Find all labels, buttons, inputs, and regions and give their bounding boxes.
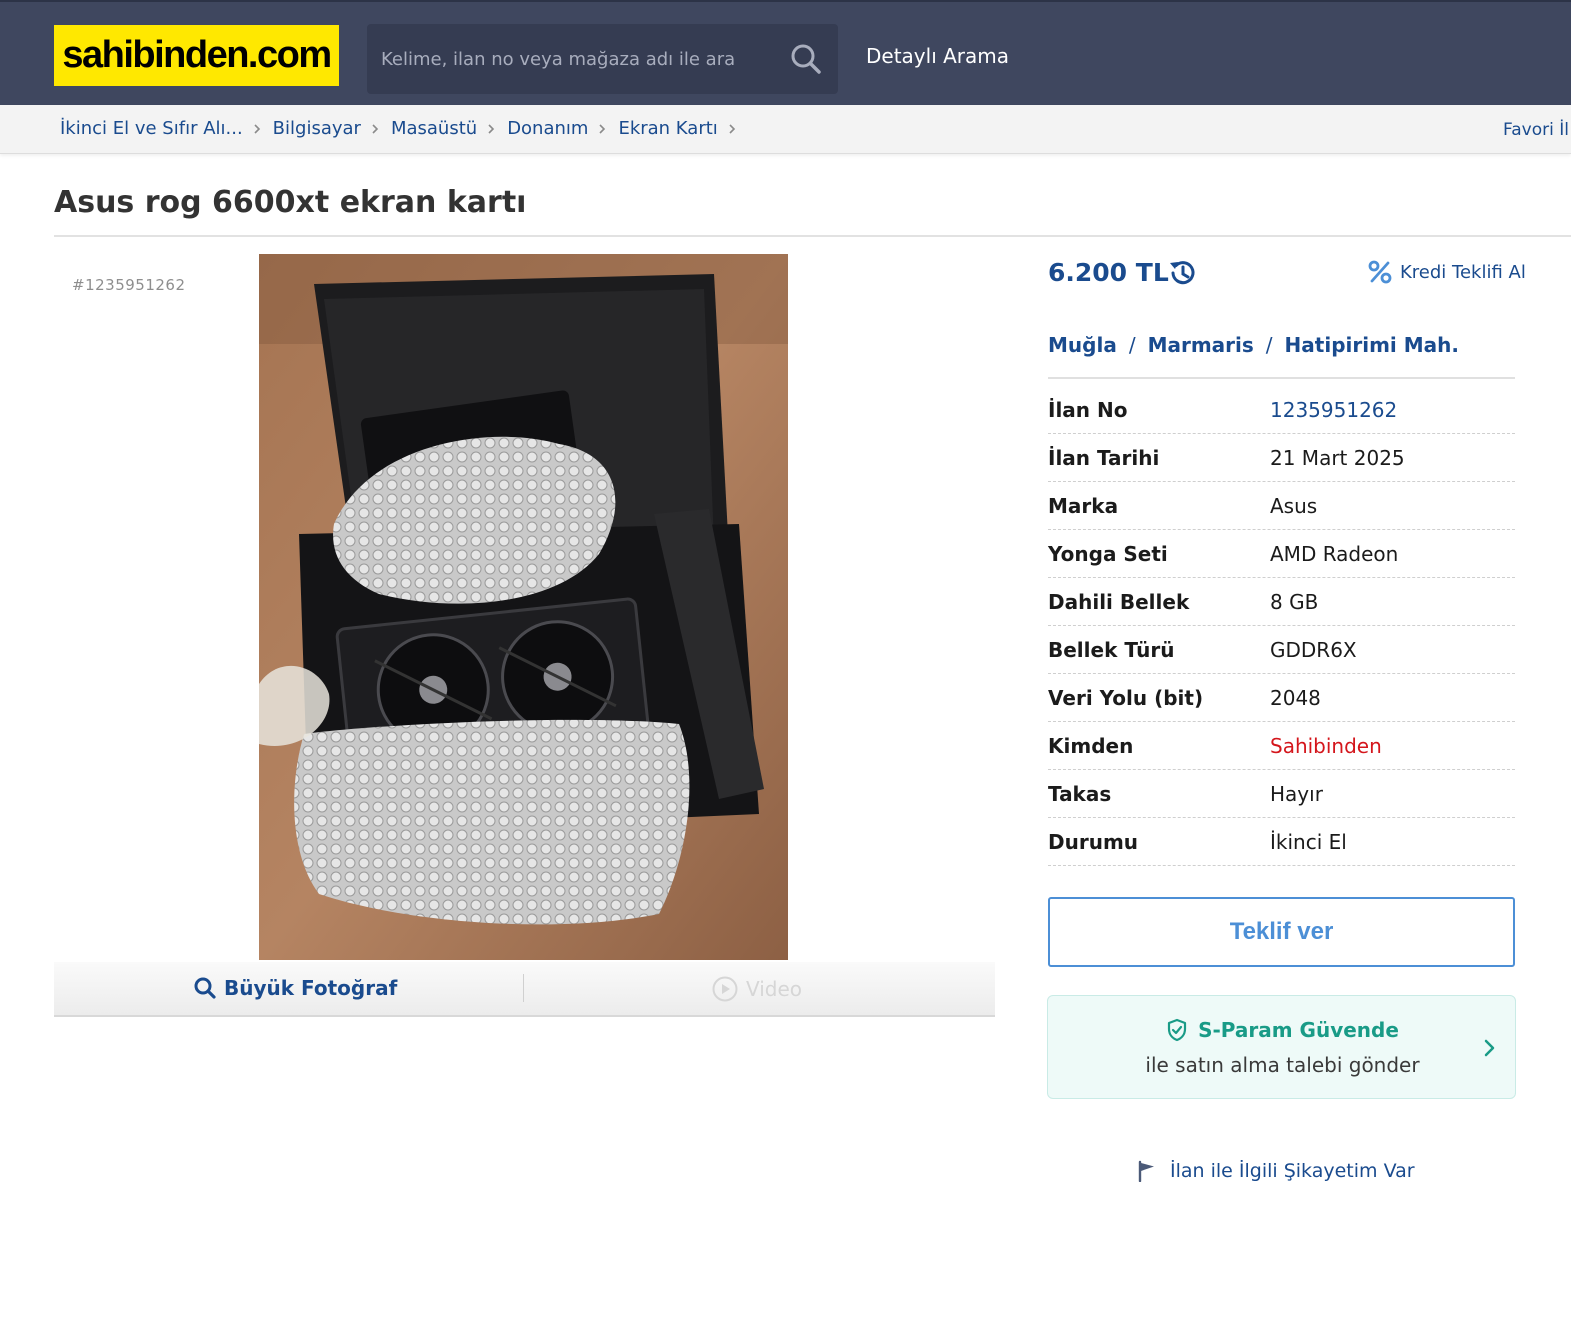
breadcrumb-bar: İkinci El ve Sıfır Alı... Bilgisayar Masaü… — [0, 105, 1571, 154]
attr-row-trade: Takas Hayır — [1048, 770, 1515, 818]
media-toolbar: Büyük Fotoğraf Video — [54, 962, 995, 1017]
location-separator: / — [1265, 333, 1273, 357]
big-photo-button[interactable]: Büyük Fotoğraf — [194, 976, 397, 1000]
attr-label: Takas — [1048, 781, 1112, 806]
attr-row-brand: Marka Asus — [1048, 482, 1515, 530]
play-icon — [712, 976, 738, 1002]
sparam-title-row: S-Param Güvende — [1048, 1018, 1517, 1042]
breadcrumb: İkinci El ve Sıfır Alı... Bilgisayar Masaü… — [60, 118, 748, 139]
attr-value: GDDR6X — [1270, 637, 1357, 662]
report-listing-label: İlan ile İlgili Şikayetim Var — [1170, 1160, 1415, 1182]
attr-value-ad-no[interactable]: 1235951262 — [1270, 398, 1397, 422]
title-divider — [54, 235, 1571, 237]
graphics-card-box-photo — [259, 254, 788, 960]
attr-value-seller: Sahibinden — [1270, 733, 1382, 758]
top-header: sahibinden.com Detaylı Arama — [0, 0, 1571, 105]
percent-icon — [1368, 260, 1392, 284]
price-history-icon[interactable] — [1167, 257, 1199, 289]
attr-value: 2048 — [1270, 685, 1321, 710]
attributes-list: İlan No 1235951262 İlan Tarihi 21 Mart 2… — [1048, 386, 1515, 866]
shield-check-icon — [1167, 1018, 1187, 1042]
search-input[interactable] — [381, 24, 781, 94]
attr-label: İlan Tarihi — [1048, 445, 1160, 470]
search-icon[interactable] — [788, 41, 824, 77]
sparam-title: S-Param Güvende — [1198, 1018, 1399, 1042]
location-divider — [1048, 377, 1515, 379]
chevron-right-icon — [372, 123, 379, 134]
credit-offer-label: Kredi Teklifi Al — [1400, 261, 1526, 283]
breadcrumb-item[interactable]: Masaüstü — [391, 118, 477, 139]
attr-row-date: İlan Tarihi 21 Mart 2025 — [1048, 434, 1515, 482]
listing-photo[interactable] — [259, 254, 788, 960]
credit-offer-link[interactable]: Kredi Teklifi Al — [1368, 260, 1526, 284]
attr-value: 8 GB — [1270, 589, 1319, 614]
attr-value: 21 Mart 2025 — [1270, 445, 1405, 470]
attr-label: Durumu — [1048, 829, 1139, 854]
search-box — [367, 24, 838, 94]
chevron-right-icon — [1484, 1039, 1495, 1057]
detailed-search-link[interactable]: Detaylı Arama — [866, 44, 1009, 68]
attr-label: İlan No — [1048, 397, 1128, 422]
chevron-right-icon — [488, 123, 495, 134]
attr-value: Asus — [1270, 493, 1318, 518]
attr-label: Veri Yolu (bit) — [1048, 685, 1204, 710]
location-neighborhood[interactable]: Hatipirimi Mah. — [1285, 333, 1459, 357]
price: 6.200 TL — [1048, 258, 1169, 287]
attr-row-memory: Dahili Bellek 8 GB — [1048, 578, 1515, 626]
breadcrumb-item[interactable]: Ekran Kartı — [618, 118, 717, 139]
attr-label: Dahili Bellek — [1048, 589, 1190, 614]
attr-label: Yonga Seti — [1048, 541, 1168, 566]
favorite-link[interactable]: Favori İl — [1503, 120, 1569, 140]
attr-value: AMD Radeon — [1270, 541, 1399, 566]
attr-value: Hayır — [1270, 781, 1323, 806]
magnifier-icon — [194, 977, 216, 999]
breadcrumb-item[interactable]: İkinci El ve Sıfır Alı... — [60, 118, 243, 139]
location-separator: / — [1128, 333, 1136, 357]
attr-row-condition: Durumu İkinci El — [1048, 818, 1515, 866]
report-listing-link[interactable]: İlan ile İlgili Şikayetim Var — [1136, 1160, 1415, 1182]
breadcrumb-item[interactable]: Donanım — [507, 118, 588, 139]
attr-row-ad-no: İlan No 1235951262 — [1048, 386, 1515, 434]
chevron-right-icon — [599, 123, 606, 134]
attr-label: Marka — [1048, 493, 1119, 518]
media-divider — [523, 974, 524, 1002]
attr-row-chipset: Yonga Seti AMD Radeon — [1048, 530, 1515, 578]
attr-row-memory-type: Bellek Türü GDDR6X — [1048, 626, 1515, 674]
location-district[interactable]: Marmaris — [1148, 333, 1254, 357]
chevron-right-icon — [729, 123, 735, 134]
video-button: Video — [712, 976, 802, 1002]
video-label: Video — [746, 977, 803, 1001]
location-breadcrumb: Muğla / Marmaris / Hatipirimi Mah. — [1048, 333, 1459, 357]
attr-label: Kimden — [1048, 733, 1134, 758]
attr-value: İkinci El — [1270, 829, 1347, 854]
attr-row-seller: Kimden Sahibinden — [1048, 722, 1515, 770]
flag-icon — [1138, 1160, 1154, 1182]
breadcrumb-item[interactable]: Bilgisayar — [273, 118, 361, 139]
listing-title: Asus rog 6600xt ekran kartı — [54, 185, 527, 220]
big-photo-label: Büyük Fotoğraf — [224, 976, 398, 1000]
site-logo[interactable]: sahibinden.com — [54, 25, 339, 86]
sparam-secure-purchase[interactable]: S-Param Güvende ile satın alma talebi gö… — [1047, 995, 1516, 1099]
location-city[interactable]: Muğla — [1048, 333, 1117, 357]
chevron-right-icon — [254, 123, 260, 134]
make-offer-button[interactable]: Teklif ver — [1048, 897, 1515, 967]
sparam-subtitle: ile satın alma talebi gönder — [1145, 1053, 1420, 1077]
attr-row-bus: Veri Yolu (bit) 2048 — [1048, 674, 1515, 722]
attr-label: Bellek Türü — [1048, 637, 1175, 662]
ad-number-small: #1235951262 — [72, 276, 186, 294]
